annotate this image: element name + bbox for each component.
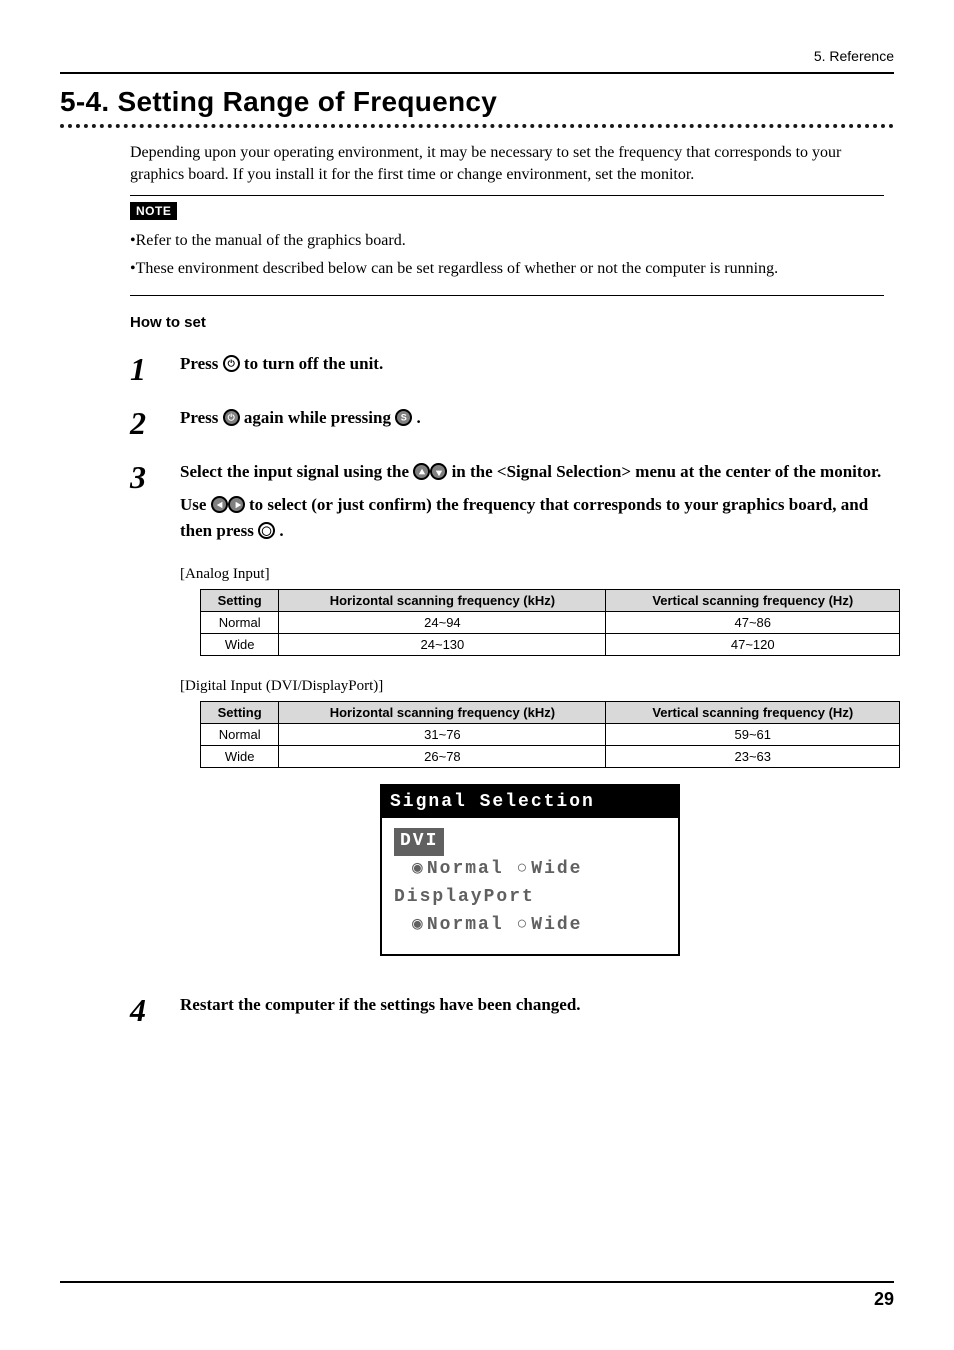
step-3-text-e: . xyxy=(279,521,283,540)
radio-filled-icon xyxy=(412,859,427,879)
step-number: 4 xyxy=(130,992,180,1026)
digital-input-caption: [Digital Input (DVI/DisplayPort)] xyxy=(60,678,894,695)
step-2-text-b: again while pressing xyxy=(244,408,395,427)
note-item-2: •These environment described below can b… xyxy=(130,258,884,280)
dotted-rule xyxy=(60,124,894,130)
radio-empty-icon xyxy=(516,915,531,935)
enter-icon: ◯ xyxy=(258,522,275,539)
step-1-text-b: to turn off the unit. xyxy=(244,354,383,373)
radio-filled-icon xyxy=(412,915,427,935)
step-1: 1 Press ⏻ to turn off the unit. xyxy=(60,351,894,385)
analog-frequency-table: Setting Horizontal scanning frequency (k… xyxy=(200,589,900,656)
left-arrow-icon xyxy=(211,496,228,513)
divider xyxy=(60,72,894,74)
digital-frequency-table: Setting Horizontal scanning frequency (k… xyxy=(200,701,900,768)
col-horizontal: Horizontal scanning frequency (kHz) xyxy=(279,702,606,724)
step-3-text-b: in the <Signal Selection> menu at the ce… xyxy=(452,462,882,481)
note-block: NOTE •Refer to the manual of the graphic… xyxy=(130,195,884,296)
step-number: 2 xyxy=(130,405,180,439)
page-number: 29 xyxy=(60,1289,894,1310)
col-setting: Setting xyxy=(201,702,279,724)
page: 5. Reference 5-4. Setting Range of Frequ… xyxy=(0,0,954,1350)
col-vertical: Vertical scanning frequency (Hz) xyxy=(606,702,900,724)
page-footer: 29 xyxy=(60,1273,894,1310)
table-row: Normal 24~94 47~86 xyxy=(201,612,900,634)
osd-dvi-label: DVI xyxy=(394,828,444,856)
step-2-text-a: Press xyxy=(180,408,223,427)
osd-dp-label: DisplayPort xyxy=(394,887,535,907)
signal-icon: S xyxy=(395,409,412,426)
step-number: 3 xyxy=(130,459,180,493)
col-horizontal: Horizontal scanning frequency (kHz) xyxy=(279,590,606,612)
divider xyxy=(60,1281,894,1283)
radio-empty-icon xyxy=(516,859,531,879)
section-title: 5-4. Setting Range of Frequency xyxy=(60,86,894,118)
intro-paragraph: Depending upon your operating environmen… xyxy=(130,142,884,185)
col-setting: Setting xyxy=(201,590,279,612)
how-to-set-heading: How to set xyxy=(130,314,884,331)
step-1-text-a: Press xyxy=(180,354,223,373)
table-row: Wide 24~130 47~120 xyxy=(201,634,900,656)
step-3-text-a: Select the input signal using the xyxy=(180,462,413,481)
down-arrow-icon xyxy=(430,463,447,480)
step-3: 3 Select the input signal using the in t… xyxy=(60,459,894,544)
note-badge: NOTE xyxy=(130,202,177,220)
col-vertical: Vertical scanning frequency (Hz) xyxy=(606,590,900,612)
table-row: Normal 31~76 59~61 xyxy=(201,724,900,746)
step-4: 4 Restart the computer if the settings h… xyxy=(60,992,894,1026)
analog-input-caption: [Analog Input] xyxy=(60,566,894,583)
osd-title: Signal Selection xyxy=(382,786,678,818)
right-arrow-icon xyxy=(228,496,245,513)
power-icon: ⏻ xyxy=(223,409,240,426)
step-4-text: Restart the computer if the settings hav… xyxy=(180,992,581,1018)
header-reference: 5. Reference xyxy=(60,48,894,64)
up-arrow-icon xyxy=(413,463,430,480)
table-row: Wide 26~78 23~63 xyxy=(201,746,900,768)
step-number: 1 xyxy=(130,351,180,385)
signal-selection-menu: Signal Selection DVI Normal Wide Display… xyxy=(380,784,680,956)
step-3-text-c: Use xyxy=(180,495,211,514)
power-icon: ⏻ xyxy=(223,355,240,372)
step-2: 2 Press ⏻ again while pressing S . xyxy=(60,405,894,439)
step-2-text-c: . xyxy=(416,408,420,427)
note-item-1: •Refer to the manual of the graphics boa… xyxy=(130,230,884,252)
